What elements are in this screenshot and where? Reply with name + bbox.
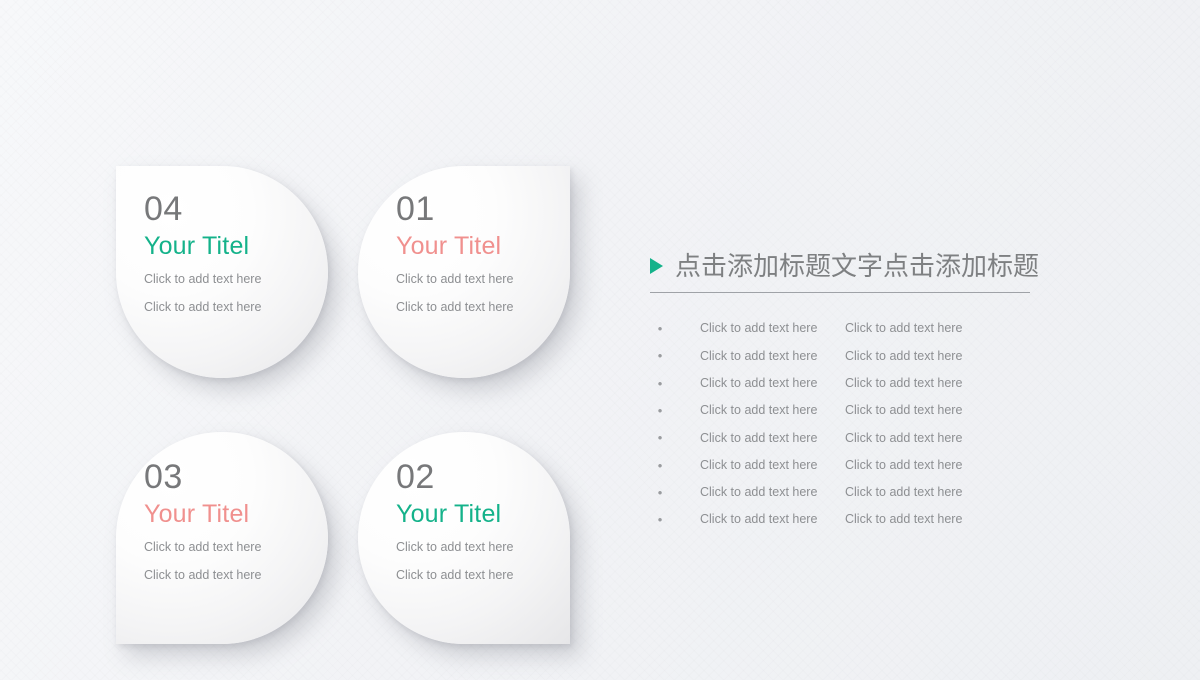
card-title: Your Titel xyxy=(396,232,502,260)
triangle-right-icon xyxy=(650,258,663,274)
list-item-col1: Click to add text here xyxy=(700,485,818,500)
list-item-col1: Click to add text here xyxy=(700,457,818,472)
bullet-dot-icon: • xyxy=(657,457,663,473)
card-body-line: Click to add text here xyxy=(144,300,262,315)
card-body-line: Click to add text here xyxy=(396,568,514,583)
card-body-line: Click to add text here xyxy=(144,539,262,554)
list-item[interactable]: • Click to add text here Click to add te… xyxy=(650,424,1050,451)
list-item-col1: Click to add text here xyxy=(700,375,818,390)
card-body-line: Click to add text here xyxy=(144,271,262,286)
card-number: 01 xyxy=(396,190,435,228)
card-body: Click to add text here Click to add text… xyxy=(144,541,328,582)
card-body-line: Click to add text here xyxy=(396,539,514,554)
bullet-dot-icon: • xyxy=(657,430,663,446)
list-item-col1: Click to add text here xyxy=(700,512,818,527)
bullet-dot-icon: • xyxy=(657,375,663,391)
card-body-line: Click to add text here xyxy=(396,300,514,315)
list-item[interactable]: • Click to add text here Click to add te… xyxy=(650,370,1050,397)
list-item-col2: Click to add text here xyxy=(845,512,963,527)
list-item-col1: Click to add text here xyxy=(700,348,818,363)
list-item-col1: Click to add text here xyxy=(700,321,818,336)
card-body: Click to add text here Click to add text… xyxy=(396,273,570,314)
slide-canvas: 04 Your Titel Click to add text here Cli… xyxy=(0,0,1200,680)
panel-heading: 点击添加标题文字点击添加标题 xyxy=(650,246,1050,286)
list-item[interactable]: • Click to add text here Click to add te… xyxy=(650,506,1050,533)
teardrop-card-01[interactable]: 01 Your Titel Click to add text here Cli… xyxy=(358,166,570,378)
list-item-col2: Click to add text here xyxy=(845,348,963,363)
card-body: Click to add text here Click to add text… xyxy=(396,541,570,582)
bullet-list: • Click to add text here Click to add te… xyxy=(650,315,1050,533)
bullet-dot-icon: • xyxy=(657,403,663,419)
card-title: Your Titel xyxy=(144,500,250,528)
list-item-col1: Click to add text here xyxy=(700,430,818,445)
bullet-dot-icon: • xyxy=(657,484,663,500)
card-body: Click to add text here Click to add text… xyxy=(144,273,328,314)
content-panel: 点击添加标题文字点击添加标题 • Click to add text here … xyxy=(650,246,1050,533)
list-item-col2: Click to add text here xyxy=(845,375,963,390)
list-item-col2: Click to add text here xyxy=(845,403,963,418)
card-body-line: Click to add text here xyxy=(396,271,514,286)
list-item[interactable]: • Click to add text here Click to add te… xyxy=(650,342,1050,369)
card-title: Your Titel xyxy=(396,500,502,528)
list-item-col2: Click to add text here xyxy=(845,457,963,472)
panel-divider xyxy=(650,292,1030,293)
card-number: 03 xyxy=(144,458,183,496)
bullet-dot-icon: • xyxy=(657,321,663,337)
list-item[interactable]: • Click to add text here Click to add te… xyxy=(650,451,1050,478)
teardrop-card-group: 04 Your Titel Click to add text here Cli… xyxy=(0,0,620,680)
list-item[interactable]: • Click to add text here Click to add te… xyxy=(650,397,1050,424)
card-title: Your Titel xyxy=(144,232,250,260)
list-item[interactable]: • Click to add text here Click to add te… xyxy=(650,315,1050,342)
list-item[interactable]: • Click to add text here Click to add te… xyxy=(650,479,1050,506)
bullet-dot-icon: • xyxy=(657,512,663,528)
teardrop-card-02[interactable]: 02 Your Titel Click to add text here Cli… xyxy=(358,432,570,644)
card-number: 04 xyxy=(144,190,183,228)
teardrop-card-04[interactable]: 04 Your Titel Click to add text here Cli… xyxy=(116,166,328,378)
panel-title: 点击添加标题文字点击添加标题 xyxy=(675,251,1040,281)
card-body-line: Click to add text here xyxy=(144,568,262,583)
bullet-dot-icon: • xyxy=(657,348,663,364)
list-item-col2: Click to add text here xyxy=(845,485,963,500)
list-item-col1: Click to add text here xyxy=(700,403,818,418)
list-item-col2: Click to add text here xyxy=(845,430,963,445)
teardrop-card-03[interactable]: 03 Your Titel Click to add text here Cli… xyxy=(116,432,328,644)
list-item-col2: Click to add text here xyxy=(845,321,963,336)
card-number: 02 xyxy=(396,458,435,496)
